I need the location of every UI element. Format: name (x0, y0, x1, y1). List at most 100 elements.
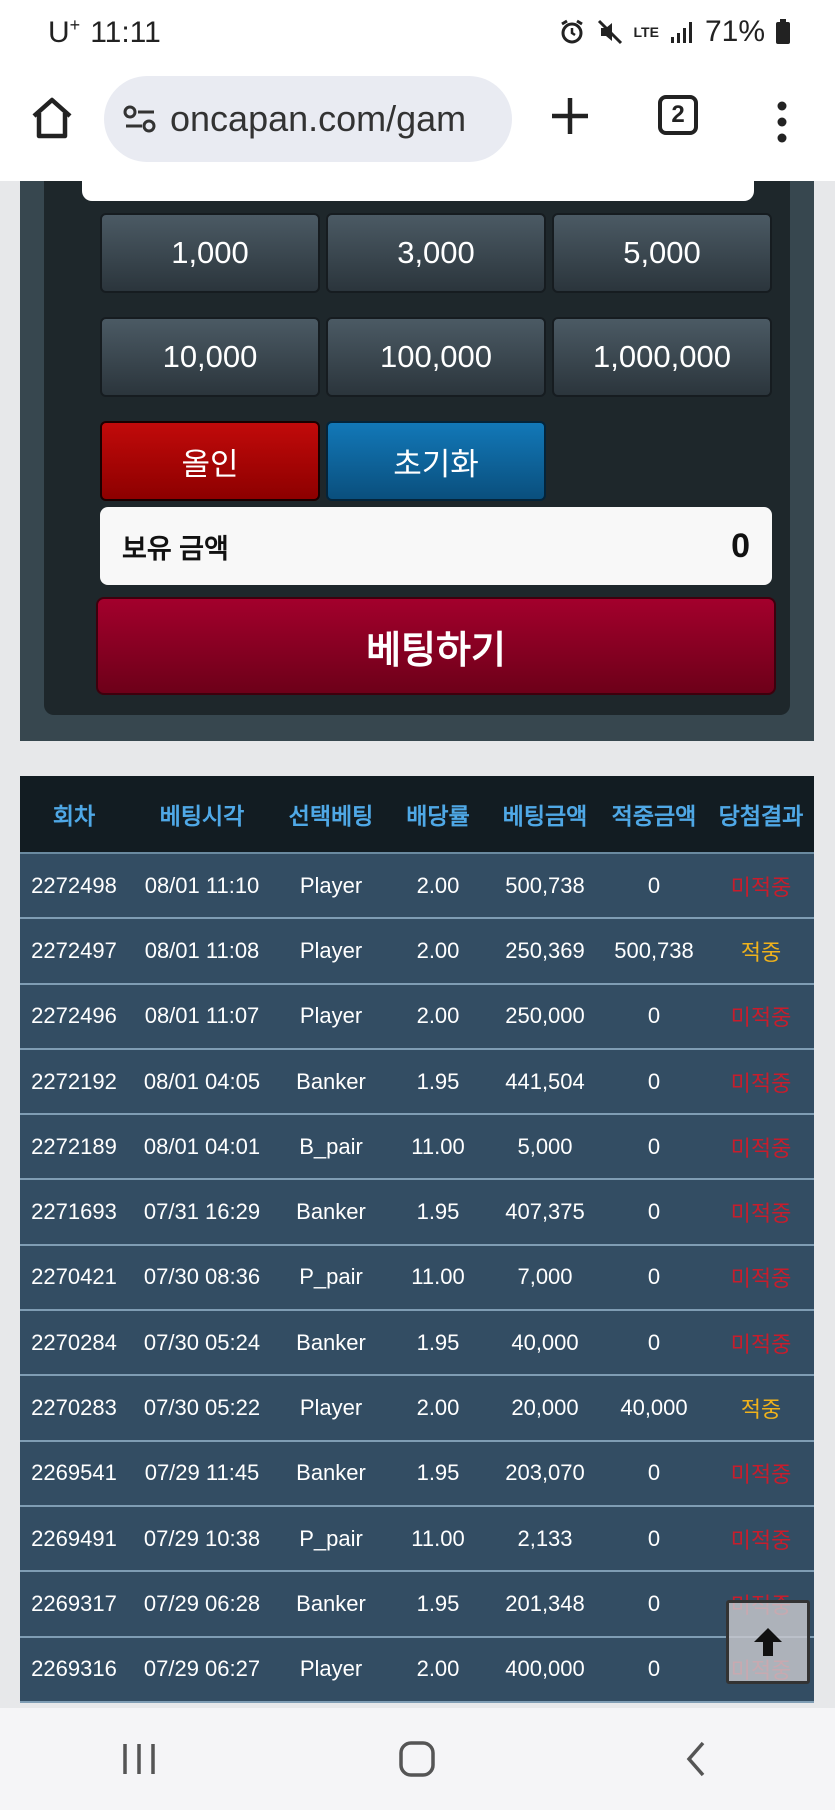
site-settings-icon[interactable] (122, 104, 158, 134)
cell-selection: P_pair (299, 1264, 363, 1290)
cell-bet-amount: 40,000 (511, 1329, 579, 1355)
cell-result: 미적중 (730, 874, 792, 900)
cell-win-amount: 0 (647, 1264, 661, 1290)
col-win-amount: 적중금액 (611, 803, 697, 829)
cell-round: 2272498 (31, 872, 117, 898)
table-row: 2272496 08/01 11:07 Player 2.00 250,000 0 미적중 (20, 984, 814, 1050)
balance-display: 보유 금액 0 (100, 507, 772, 585)
cell-bet-amount: 5,000 (517, 1133, 573, 1159)
cell-bet-amount: 7,000 (517, 1264, 573, 1290)
arrow-up-icon (754, 1628, 782, 1656)
cell-selection: Player (299, 1003, 363, 1029)
cell-selection: P_pair (299, 1525, 363, 1551)
table-header: 회차 베팅시각 선택베팅 배당률 베팅금액 적중금액 당첨결과 (20, 776, 814, 854)
url-text: oncapan.com/gam (170, 98, 467, 139)
table-row: 2270421 07/30 08:36 P_pair 11.00 7,000 0 미적중 (20, 1245, 814, 1312)
cell-win-amount: 0 (647, 1656, 661, 1682)
cell-round: 2272192 (31, 1068, 117, 1094)
table-row: 2270283 07/30 05:22 Player 2.00 20,000 40,000… (20, 1376, 814, 1442)
cell-win-amount: 40,000 (620, 1395, 688, 1421)
cell-bet-time: 07/29 10:38 (143, 1525, 261, 1551)
cell-round: 2269541 (31, 1460, 117, 1486)
cell-win-amount: 0 (647, 1329, 661, 1355)
cell-odds: 11.00 (411, 1133, 465, 1159)
place-bet-button[interactable]: 베팅하기 (96, 597, 776, 695)
cell-selection: Banker (296, 1068, 366, 1094)
home-button[interactable] (387, 1729, 447, 1789)
cell-win-amount: 0 (647, 872, 661, 898)
mute-icon (597, 19, 622, 45)
cell-bet-amount: 201,348 (505, 1590, 585, 1616)
more-menu-icon[interactable] (770, 100, 794, 144)
table-row: 2271693 07/31 16:29 Banker 1.95 407,375 0 미적중 (20, 1180, 814, 1246)
cell-bet-amount: 441,504 (505, 1068, 585, 1094)
cell-selection: Player (299, 937, 363, 963)
cell-bet-time: 08/01 11:08 (144, 937, 260, 963)
network-type: LTE (633, 24, 659, 40)
cell-result: 미적중 (730, 1201, 792, 1227)
cell-bet-amount: 400,000 (505, 1656, 585, 1682)
cell-odds: 1.95 (416, 1460, 460, 1486)
cell-result: 미적중 (730, 1266, 792, 1292)
system-nav-bar (0, 1708, 835, 1810)
battery-icon (776, 19, 790, 44)
cell-odds: 1.95 (416, 1068, 460, 1094)
table-row: 2270284 07/30 05:24 Banker 1.95 40,000 0 미적중 (20, 1311, 814, 1377)
cell-odds: 2.00 (416, 1003, 460, 1029)
cell-bet-amount: 500,738 (505, 872, 585, 898)
cell-bet-time: 07/30 08:36 (143, 1264, 261, 1290)
scroll-to-top-button[interactable] (726, 1600, 810, 1684)
table-body: 2272498 08/01 11:10 Player 2.00 500,738 0 미적중 2… (20, 854, 814, 1703)
alarm-icon (560, 19, 583, 44)
table-row: 2272497 08/01 11:08 Player 2.00 250,369 500,7… (20, 919, 814, 985)
table-row: 226931707/29 06:28Banker1.95201,3480미적중 (20, 1572, 814, 1638)
cell-bet-time: 08/01 04:05 (143, 1068, 261, 1094)
home-icon[interactable] (28, 94, 76, 142)
chip-1000-button[interactable]: 1,000 (100, 213, 320, 293)
table-row: 2269491 07/29 10:38 P_pair 11.00 2,133 0 미적중 (20, 1506, 814, 1573)
cell-result: 적중 (740, 1397, 782, 1423)
cell-bet-amount: 250,369 (505, 937, 585, 963)
status-right: LTE 71% (558, 15, 791, 49)
cell-bet-amount: 2,133 (517, 1525, 573, 1551)
bet-panel-inner: 1,000 3,000 5,000 10,000 100,000 1,000,0… (44, 181, 790, 715)
cell-odds: 2.00 (416, 872, 460, 898)
cell-odds: 2.00 (416, 1656, 460, 1682)
balance-label: 보유 금액 (122, 533, 229, 564)
chip-100000-button[interactable]: 100,000 (326, 317, 546, 397)
recent-apps-icon (123, 1744, 155, 1774)
all-in-button[interactable]: 올인 (100, 421, 320, 501)
chip-1000000-button[interactable]: 1,000,000 (552, 317, 772, 397)
cell-selection: Player (299, 1656, 363, 1682)
chip-5000-button[interactable]: 5,000 (552, 213, 772, 293)
cell-bet-time: 08/01 04:01 (143, 1133, 261, 1159)
home-circle-icon (399, 1741, 436, 1777)
cell-bet-amount: 407,375 (505, 1199, 585, 1225)
col-result: 당첨결과 (718, 803, 804, 829)
back-icon (686, 1741, 705, 1777)
cell-selection: Banker (296, 1329, 366, 1355)
chip-3000-button[interactable]: 3,000 (326, 213, 546, 293)
cell-bet-time: 07/29 06:27 (143, 1656, 261, 1682)
new-tab-icon[interactable] (548, 94, 592, 138)
recent-apps-button[interactable] (109, 1729, 169, 1789)
cell-round: 2272497 (31, 937, 117, 963)
cell-selection: B_pair (299, 1133, 363, 1159)
cell-round: 2271693 (31, 1199, 117, 1225)
cell-bet-time: 07/29 11:45 (144, 1460, 260, 1486)
cell-selection: Player (299, 872, 363, 898)
browser-toolbar: oncapan.com/gam 2 (0, 64, 835, 181)
cell-round: 2269491 (31, 1525, 117, 1551)
chip-10000-button[interactable]: 10,000 (100, 317, 320, 397)
cell-bet-amount: 20,000 (511, 1395, 579, 1421)
back-button[interactable] (666, 1729, 726, 1789)
address-bar[interactable]: oncapan.com/gam (104, 76, 512, 162)
tab-switcher-button[interactable]: 2 (658, 95, 698, 135)
cell-round: 2270283 (31, 1395, 117, 1421)
bet-amount-input[interactable] (82, 181, 754, 201)
cell-bet-time: 07/31 16:29 (143, 1199, 261, 1225)
cell-result: 미적중 (730, 1135, 792, 1161)
cell-bet-amount: 203,070 (505, 1460, 585, 1486)
reset-button[interactable]: 초기화 (326, 421, 546, 501)
cell-bet-time: 07/29 06:28 (143, 1590, 261, 1616)
